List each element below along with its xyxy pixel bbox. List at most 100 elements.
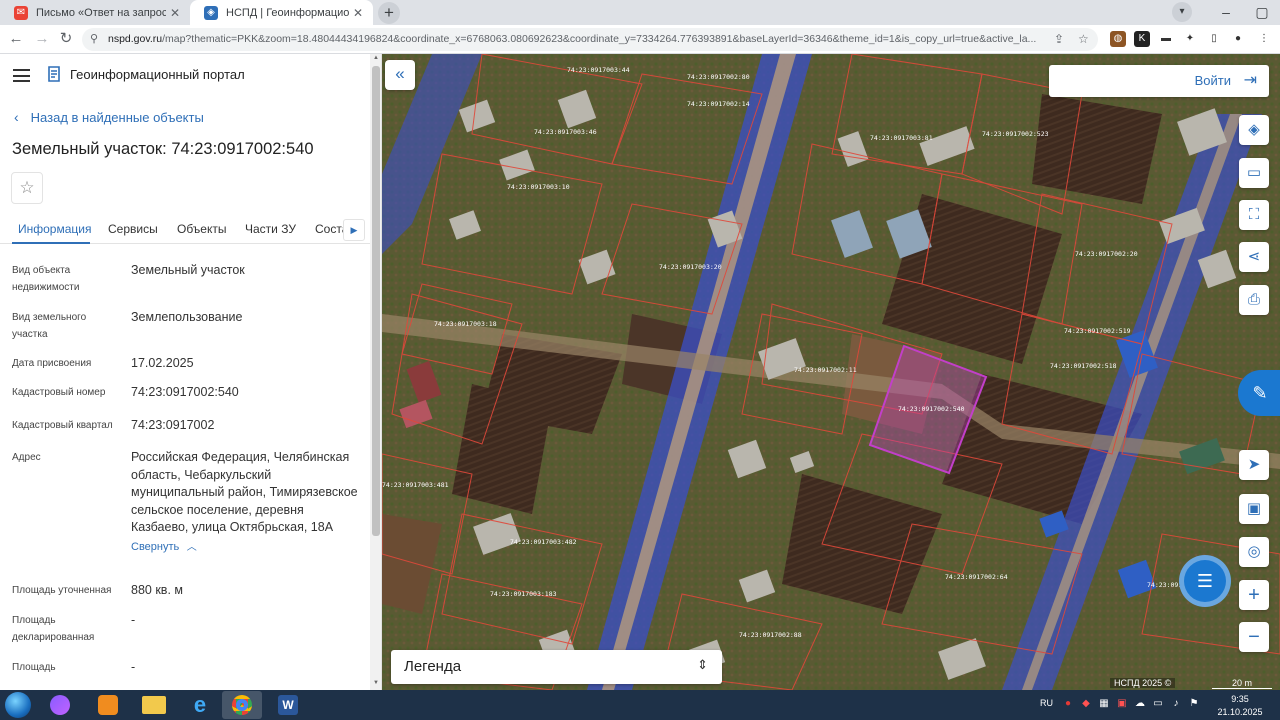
- media-player-icon[interactable]: [88, 691, 128, 719]
- url-text[interactable]: nspd.gov.ru/map?thematic=PKK&zoom=18.480…: [108, 33, 1053, 45]
- panel-scrollbar[interactable]: ▲ ▼: [370, 54, 381, 690]
- zoom-in-icon[interactable]: +: [1239, 580, 1269, 610]
- tab-information[interactable]: Информация: [18, 222, 91, 236]
- share-icon[interactable]: ⋖: [1239, 242, 1269, 272]
- field-assigned-date: Дата присвоения 17.02.2025: [12, 355, 362, 375]
- cadastral-label[interactable]: 74:23:0917003:20: [659, 263, 722, 271]
- field-object-type: Вид объекта недвижимости Земельный участ…: [12, 262, 362, 302]
- kaspersky-icon[interactable]: K: [1134, 31, 1150, 47]
- field-label: Кадастровый номер: [12, 387, 106, 398]
- close-tab-icon[interactable]: ✕: [166, 6, 184, 20]
- extension-icon[interactable]: ◍: [1110, 31, 1126, 47]
- network-tray-icon[interactable]: ▦: [1098, 698, 1110, 710]
- chrome-icon[interactable]: [222, 691, 262, 719]
- assistant-icon[interactable]: ✎: [1238, 370, 1280, 416]
- monitor-tray-icon[interactable]: ▭: [1152, 698, 1164, 710]
- zoom-out-icon[interactable]: −: [1239, 622, 1269, 652]
- cadastral-label[interactable]: 74:23:0917002:11: [794, 366, 857, 374]
- file-explorer-icon[interactable]: [134, 691, 174, 719]
- cadastral-label[interactable]: 74:23:0917002:540: [898, 405, 965, 413]
- language-indicator[interactable]: RU: [1040, 698, 1053, 708]
- collapse-link[interactable]: Свернуть ︿: [131, 538, 363, 557]
- new-tab-button[interactable]: +: [378, 2, 400, 24]
- alice-icon[interactable]: [40, 691, 80, 719]
- collapse-panel-icon[interactable]: «: [385, 60, 415, 90]
- cadastral-label[interactable]: 74:23:0917003:44: [567, 66, 630, 74]
- search-location-icon[interactable]: ◎: [1239, 537, 1269, 567]
- cloud-tray-icon[interactable]: ☁: [1134, 698, 1146, 710]
- cadastral-label[interactable]: 74:23:0917003:183: [490, 590, 557, 598]
- favorite-star-icon[interactable]: ☆: [11, 172, 43, 204]
- site-info-icon[interactable]: ⚲: [90, 32, 98, 45]
- tab-services[interactable]: Сервисы: [108, 222, 158, 236]
- print-icon[interactable]: ⎙: [1239, 285, 1269, 315]
- area-select-icon[interactable]: ⛶: [1239, 200, 1269, 230]
- legend-dropdown[interactable]: Легенда ⇕: [391, 650, 722, 684]
- menu-hamburger-icon[interactable]: [13, 69, 30, 82]
- clock-time[interactable]: 9:35: [1220, 694, 1260, 704]
- geolocation-icon[interactable]: ➤: [1239, 450, 1269, 480]
- forward-arrow-icon[interactable]: →: [32, 29, 52, 49]
- clock-date[interactable]: 21.10.2025: [1212, 707, 1268, 717]
- tab-gmail[interactable]: ✉ Письмо «Ответ на запрос по Ру ✕: [0, 0, 190, 25]
- tab-title: Письмо «Ответ на запрос по Ру: [36, 6, 166, 19]
- cadastral-label[interactable]: 74:23:0917003:46: [534, 128, 597, 136]
- login-label: Войти: [1194, 73, 1231, 88]
- media-icon[interactable]: ▬: [1158, 31, 1174, 47]
- field-label: Вид объекта недвижимости: [12, 265, 80, 293]
- field-value[interactable]: 74:23:0917002:540: [131, 384, 363, 402]
- scroll-up-icon[interactable]: ▲: [372, 55, 380, 61]
- satellite-map[interactable]: 74:23:0917003:44 74:23:0917002:80 74:23:09…: [382, 54, 1280, 690]
- cadastral-label[interactable]: 74:23:0917003:482: [510, 538, 577, 546]
- cadastral-label[interactable]: 74:23:0917002:519: [1064, 327, 1131, 335]
- chat-icon[interactable]: ☰: [1179, 555, 1231, 607]
- layers-icon[interactable]: ◈: [1239, 115, 1269, 145]
- tab-objects[interactable]: Объекты: [177, 222, 227, 236]
- tabs-scroll-right-icon[interactable]: ▶: [343, 219, 365, 241]
- antivirus-icon[interactable]: ●: [1062, 698, 1074, 710]
- cadastral-label[interactable]: 74:23:0917002:88: [739, 631, 802, 639]
- basemap-icon[interactable]: ▣: [1239, 494, 1269, 524]
- field-value[interactable]: 74:23:0917002: [131, 417, 363, 435]
- back-arrow-icon[interactable]: ←: [6, 29, 26, 49]
- cadastral-label[interactable]: 74:23:0917003:81: [870, 134, 933, 142]
- login-button[interactable]: Войти ⇥: [1049, 65, 1269, 97]
- side-panel-icon[interactable]: ▯: [1206, 31, 1222, 47]
- maximize-icon[interactable]: ▢: [1244, 0, 1280, 25]
- back-to-results-link[interactable]: ‹ Назад в найденные объекты: [14, 109, 204, 125]
- kaspersky-tray-icon[interactable]: ◆: [1080, 698, 1092, 710]
- minimize-icon[interactable]: –: [1208, 0, 1244, 25]
- cadastral-label[interactable]: 74:23:0917002:64: [945, 573, 1008, 581]
- tab-parts[interactable]: Части ЗУ: [245, 222, 296, 236]
- address-bar[interactable]: ⚲ nspd.gov.ru/map?thematic=PKK&zoom=18.4…: [82, 28, 1098, 51]
- profile-icon[interactable]: ●: [1230, 31, 1246, 47]
- share-icon[interactable]: ⇪: [1054, 32, 1064, 46]
- map-view[interactable]: 74:23:0917003:44 74:23:0917002:80 74:23:09…: [382, 54, 1280, 690]
- word-icon[interactable]: W: [268, 691, 308, 719]
- internet-explorer-icon[interactable]: e: [180, 691, 220, 719]
- tab-title: НСПД | Геоинформационный п: [226, 6, 349, 19]
- cadastral-label[interactable]: 74:23:0917003:18: [434, 320, 497, 328]
- reload-icon[interactable]: ↻: [56, 29, 76, 49]
- scrollbar-thumb[interactable]: [372, 66, 380, 536]
- cadastral-label[interactable]: 74:23:0917003:481: [382, 481, 449, 489]
- scroll-down-icon[interactable]: ▼: [372, 680, 380, 686]
- cadastral-label[interactable]: 74:23:0917002:80: [687, 73, 750, 81]
- cadastral-label[interactable]: 74:23:0917002:14: [687, 100, 750, 108]
- ruler-icon[interactable]: ▭: [1239, 158, 1269, 188]
- start-button[interactable]: [5, 692, 31, 718]
- app-tray-icon[interactable]: ▣: [1116, 698, 1128, 710]
- cadastral-label[interactable]: 74:23:0917002:523: [982, 130, 1049, 138]
- close-tab-icon[interactable]: ✕: [349, 6, 367, 20]
- extensions-puzzle-icon[interactable]: ✦: [1182, 31, 1198, 47]
- cadastral-label[interactable]: 74:23:0917002:518: [1050, 362, 1117, 370]
- volume-icon[interactable]: ♪: [1170, 698, 1182, 710]
- field-area: Площадь -: [12, 659, 362, 679]
- chevron-down-icon[interactable]: ▾: [1172, 2, 1192, 22]
- menu-dots-icon[interactable]: ⋮: [1256, 31, 1272, 47]
- tab-nspd[interactable]: ◈ НСПД | Геоинформационный п ✕: [190, 0, 373, 25]
- cadastral-label[interactable]: 74:23:0917002:20: [1075, 250, 1138, 258]
- flag-icon[interactable]: ⚑: [1188, 698, 1200, 710]
- cadastral-label[interactable]: 74:23:0917003:10: [507, 183, 570, 191]
- bookmark-star-icon[interactable]: ☆: [1078, 32, 1089, 46]
